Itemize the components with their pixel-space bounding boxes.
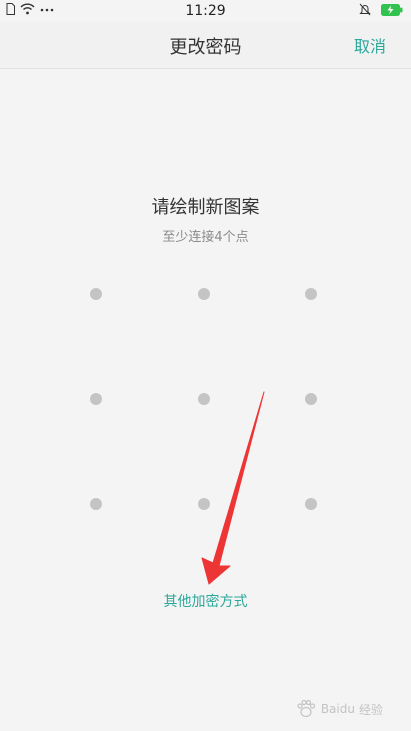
battery-charging-icon [381,3,403,16]
pattern-dot-7[interactable] [90,498,102,510]
watermark-suffix: 经验 [358,702,383,717]
pattern-dot-5[interactable] [198,393,210,405]
pattern-dot-8[interactable] [198,498,210,510]
pattern-dot-3[interactable] [305,288,317,300]
nav-bar: 更改密码 取消 [0,22,411,69]
pattern-dot-6[interactable] [305,393,317,405]
status-right [359,3,403,16]
other-method-row: 其他加密方式 [0,591,411,611]
pattern-dot-4[interactable] [90,393,102,405]
paw-logo-icon [297,699,315,718]
cancel-button[interactable]: 取消 [354,33,386,57]
status-bar: 11:29 [0,0,411,22]
pattern-dot-2[interactable] [198,288,210,300]
pattern-prompt-title: 请绘制新图案 [151,197,260,218]
status-time: 11:29 [185,3,226,19]
baidu-watermark: Baidu 经验 [295,699,383,719]
page-title: 更改密码 [169,37,242,58]
pattern-dot-9[interactable] [305,498,317,510]
pattern-dot-1[interactable] [90,288,102,300]
bell-muted-icon [359,3,371,16]
other-encryption-link[interactable]: 其他加密方式 [164,594,248,610]
watermark-logo-text: Baidu [320,702,355,716]
annotation-arrow-icon [201,391,265,585]
pattern-prompt-subtitle: 至少连接4个点 [162,230,249,245]
